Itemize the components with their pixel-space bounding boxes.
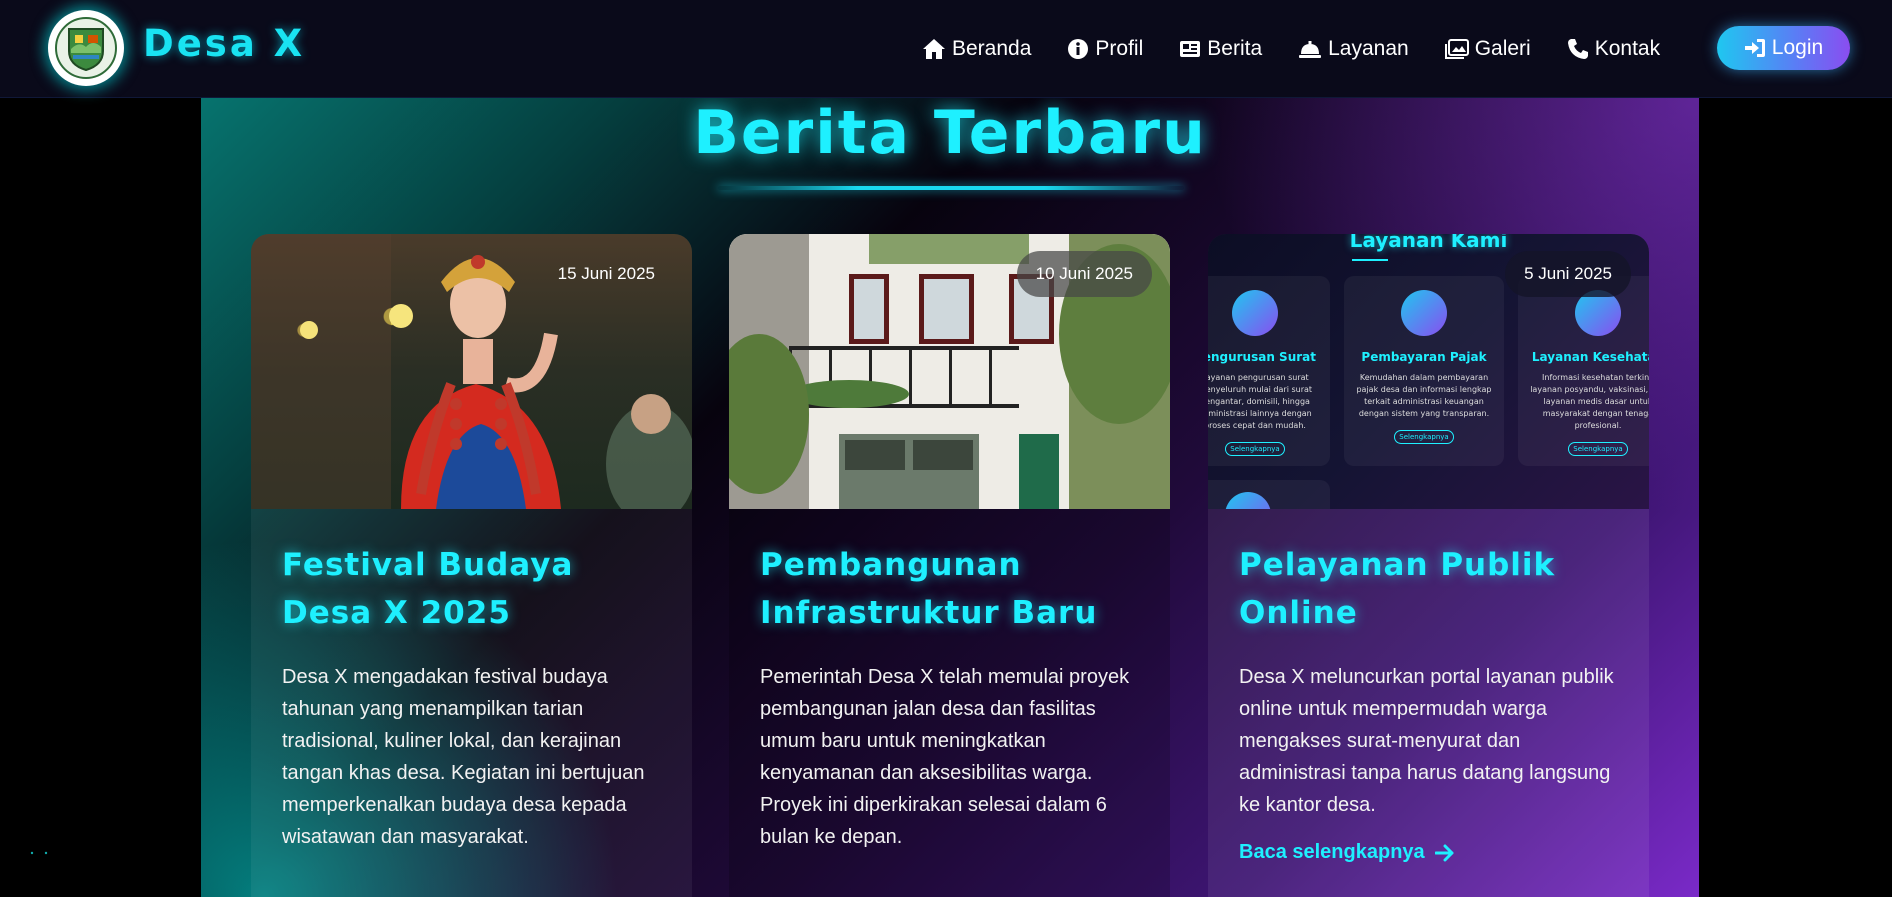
read-more-link[interactable]: Baca selengkapnya — [1239, 841, 1619, 864]
thumb-service-card: Pengurusan Surat Layanan pengurusan sura… — [1208, 276, 1330, 466]
thumb-service-card: Pembayaran Pajak Kemudahan dalam pembaya… — [1344, 276, 1504, 466]
news-excerpt: Desa X mengadakan festival budaya tahuna… — [282, 666, 645, 848]
nav-label: Beranda — [952, 37, 1032, 60]
thumb-service-text: Layanan pengurusan surat menyeluruh mula… — [1208, 373, 1313, 430]
village-seal-icon — [55, 17, 117, 79]
thumb-service-button: Selengkapnya — [1225, 442, 1285, 456]
news-image-dancer[interactable]: 15 Juni 2025 — [251, 234, 692, 509]
service-icon — [1225, 492, 1271, 509]
news-image-building[interactable]: 10 Juni 2025 — [729, 234, 1170, 509]
nav-item-layanan[interactable]: Layanan — [1298, 37, 1409, 61]
thumb-service-card — [1208, 480, 1330, 509]
nav-label: Berita — [1207, 37, 1263, 60]
section-title: Berita Terbaru — [693, 98, 1207, 168]
nav-menu: Beranda Profil Berita Layanan Galeri Kon… — [922, 0, 1696, 98]
news-section: Berita Terbaru 15 Juni 2025 Festival Bud… — [201, 98, 1699, 897]
nav-label: Profil — [1095, 37, 1144, 60]
navbar: Desa X Beranda Profil Berita Layanan Gal… — [0, 0, 1892, 98]
news-title[interactable]: Pelayanan Publik Online — [1239, 541, 1619, 637]
read-more-label: Baca selengkapnya — [1239, 841, 1425, 863]
nav-item-galeri[interactable]: Galeri — [1444, 37, 1531, 61]
thumb-service-title: Pembayaran Pajak — [1361, 350, 1487, 364]
arrow-right-icon — [1434, 844, 1454, 861]
thumb-service-text: Kemudahan dalam pembayaran pajak desa da… — [1356, 373, 1492, 418]
nav-label: Layanan — [1328, 37, 1409, 60]
envelope-icon — [1232, 290, 1278, 336]
nav-label: Kontak — [1594, 37, 1661, 60]
login-button[interactable]: Login — [1717, 26, 1850, 70]
news-title[interactable]: Festival Budaya Desa X 2025 — [282, 541, 662, 637]
date-badge: 10 Juni 2025 — [1016, 251, 1152, 297]
thumb-service-title: Pengurusan Surat — [1208, 350, 1316, 364]
nav-label: Galeri — [1474, 37, 1531, 60]
nav-item-profil[interactable]: Profil — [1067, 37, 1143, 61]
thumb-service-button: Selengkapnya — [1394, 430, 1454, 444]
news-title[interactable]: Pembangunan Infrastruktur Baru — [760, 541, 1140, 637]
thumb-service-button: Selengkapnya — [1568, 442, 1628, 456]
thumb-heading-line — [1352, 259, 1388, 261]
thumb-service-card: Layanan Kesehatan Informasi kesehatan te… — [1518, 276, 1649, 466]
news-excerpt: Desa X meluncurkan portal layanan publik… — [1239, 666, 1614, 816]
nav-item-beranda[interactable]: Beranda — [922, 37, 1031, 61]
decorative-dots — [30, 840, 50, 855]
login-label: Login — [1771, 36, 1824, 59]
site-brand[interactable]: Desa X — [143, 22, 305, 65]
newspaper-icon — [1180, 41, 1201, 57]
home-icon — [923, 39, 945, 59]
thumb-service-title: Layanan Kesehatan — [1531, 350, 1649, 364]
news-card[interactable]: 15 Juni 2025 Festival Budaya Desa X 2025… — [251, 234, 692, 897]
news-card[interactable]: Layanan Kami Pengurusan Surat Layanan pe… — [1208, 234, 1649, 897]
images-icon — [1444, 39, 1469, 59]
thumb-heading: Layanan Kami — [1349, 234, 1508, 252]
news-image-services-screenshot[interactable]: Layanan Kami Pengurusan Surat Layanan pe… — [1208, 234, 1649, 509]
phone-icon — [1567, 39, 1588, 59]
nav-item-kontak[interactable]: Kontak — [1567, 37, 1660, 61]
receipt-icon — [1401, 290, 1447, 336]
service-bell-icon — [1299, 41, 1322, 58]
village-logo[interactable] — [48, 10, 124, 86]
info-icon — [1068, 39, 1089, 59]
nav-item-berita[interactable]: Berita — [1179, 37, 1262, 61]
news-excerpt: Pemerintah Desa X telah memulai proyek p… — [760, 666, 1130, 848]
date-badge: 5 Juni 2025 — [1505, 251, 1631, 297]
title-underline — [718, 186, 1184, 190]
news-card[interactable]: 10 Juni 2025 Pembangunan Infrastruktur B… — [729, 234, 1170, 897]
date-badge: 15 Juni 2025 — [557, 264, 655, 283]
thumb-service-text: Informasi kesehatan terkini, layanan pos… — [1530, 373, 1649, 430]
sign-in-icon — [1744, 39, 1765, 57]
